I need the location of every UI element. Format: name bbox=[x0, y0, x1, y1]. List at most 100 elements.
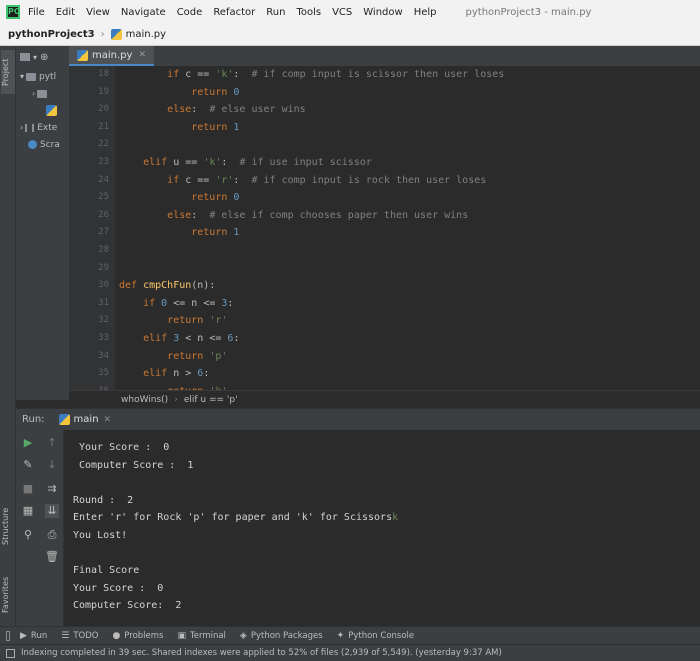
code-line[interactable]: 33 elif 3 < n <= 6: bbox=[69, 330, 700, 348]
layout-icon[interactable]: ▦ bbox=[21, 504, 35, 518]
menu-tools[interactable]: Tools bbox=[296, 7, 321, 18]
code-token: : bbox=[233, 69, 252, 80]
structure-tool-tab[interactable]: Structure bbox=[1, 502, 15, 550]
close-icon[interactable]: ✕ bbox=[138, 50, 146, 60]
code-area[interactable]: 18 if c == 'k': # if comp input is sciss… bbox=[69, 66, 700, 400]
run-label: Run: bbox=[22, 414, 45, 425]
nav-project[interactable]: pythonProject3 bbox=[8, 29, 95, 40]
code-line[interactable]: 19 return 0 bbox=[69, 84, 700, 102]
code-text: elif 3 < n <= 6: bbox=[119, 330, 239, 348]
code-line[interactable]: 31 if 0 <= n <= 3: bbox=[69, 295, 700, 313]
code-line[interactable]: 21 return 1 bbox=[69, 119, 700, 137]
console-text: Round : 2 bbox=[73, 494, 134, 506]
menu-vcs[interactable]: VCS bbox=[332, 7, 352, 18]
tree-label: Scra bbox=[40, 139, 60, 150]
code-text: elif n > 6: bbox=[119, 365, 209, 383]
toggle-panels-icon[interactable] bbox=[6, 630, 10, 641]
code-token: return bbox=[191, 86, 228, 98]
project-panel: ▾ ⊕ ▾ pytl › › Exte Scra bbox=[16, 46, 69, 400]
console-line: Your Score : 0 bbox=[64, 580, 700, 598]
soft-wrap-icon[interactable]: ⇉ bbox=[45, 482, 59, 496]
menu-code[interactable]: Code bbox=[177, 7, 203, 18]
editor-breadcrumb: whoWins() › elif u == 'p' bbox=[69, 390, 700, 408]
code-line[interactable]: 22 bbox=[69, 136, 700, 154]
status-icon[interactable] bbox=[6, 648, 15, 658]
code-token: return bbox=[167, 315, 204, 327]
code-line[interactable]: 23 elif u == 'k': # if use input scissor bbox=[69, 154, 700, 172]
stop-icon[interactable]: ■ bbox=[21, 482, 35, 496]
terminal-icon: ▣ bbox=[177, 630, 186, 641]
code-line[interactable]: 29 bbox=[69, 260, 700, 278]
code-line[interactable]: 35 elif n > 6: bbox=[69, 365, 700, 383]
tree-row-project[interactable]: ▾ pytl bbox=[16, 68, 69, 85]
code-token: n > bbox=[167, 368, 198, 380]
menu-refactor[interactable]: Refactor bbox=[213, 7, 255, 18]
tool-tab-python-packages[interactable]: ◈ Python Packages bbox=[240, 631, 323, 641]
menu-navigate[interactable]: Navigate bbox=[121, 7, 166, 18]
menu-edit[interactable]: Edit bbox=[56, 7, 75, 18]
line-number: 26 bbox=[98, 209, 109, 220]
menu-help[interactable]: Help bbox=[414, 7, 437, 18]
tool-tab-todo[interactable]: ☰ TODO bbox=[61, 631, 98, 641]
breadcrumb-function[interactable]: whoWins() bbox=[121, 395, 168, 405]
menu-window[interactable]: Window bbox=[363, 7, 402, 18]
arrow-down-icon[interactable]: ↓ bbox=[45, 458, 59, 472]
code-text: if c == 'k': # if comp input is scissor … bbox=[119, 66, 504, 84]
project-tool-tab[interactable]: Project bbox=[1, 50, 15, 94]
code-line[interactable]: 18 if c == 'k': # if comp input is sciss… bbox=[69, 66, 700, 84]
tree-row-venv[interactable]: › bbox=[16, 85, 69, 102]
menu-run[interactable]: Run bbox=[266, 7, 285, 18]
code-editor[interactable]: main.py ✕ 18 if c == 'k': # if comp inpu… bbox=[69, 46, 700, 400]
code-token: # if comp input is rock then user loses bbox=[251, 174, 487, 186]
run-tab-main[interactable]: main ✕ bbox=[58, 414, 112, 425]
pin-icon[interactable]: ⚲ bbox=[21, 528, 35, 542]
code-line[interactable]: 26 else: # else if comp chooses paper th… bbox=[69, 207, 700, 225]
code-token: if bbox=[143, 297, 156, 309]
line-number: 27 bbox=[98, 227, 109, 238]
tree-row-scratches[interactable]: Scra bbox=[16, 136, 69, 153]
tree-row-main[interactable] bbox=[16, 102, 69, 119]
scroll-to-end-icon[interactable]: ⇊ bbox=[45, 504, 59, 518]
tree-row-external-libraries[interactable]: › Exte bbox=[16, 119, 69, 136]
code-line[interactable]: 24 if c == 'r': # if comp input is rock … bbox=[69, 172, 700, 190]
code-token: else bbox=[167, 209, 192, 221]
wrench-icon[interactable]: ✎ bbox=[21, 458, 35, 472]
console-text: You Lost! bbox=[73, 529, 128, 541]
menu-file[interactable]: File bbox=[28, 7, 45, 18]
code-line[interactable]: 34 return 'p' bbox=[69, 348, 700, 366]
close-icon[interactable]: ✕ bbox=[104, 415, 112, 425]
tool-tab-problems[interactable]: ● Problems bbox=[112, 631, 163, 641]
code-line[interactable]: 28 bbox=[69, 242, 700, 260]
console-line: Round : 2 bbox=[64, 492, 700, 510]
code-text: else: # else user wins bbox=[119, 101, 305, 119]
menu-view[interactable]: View bbox=[86, 7, 110, 18]
tool-tab-label: Terminal bbox=[190, 630, 226, 641]
print-icon[interactable]: ⎙ bbox=[45, 528, 59, 542]
code-line[interactable]: 30 def cmpChFun(n): bbox=[69, 277, 700, 295]
arrow-up-icon[interactable]: ↑ bbox=[45, 436, 59, 450]
code-line[interactable]: 20 else: # else user wins bbox=[69, 101, 700, 119]
nav-file[interactable]: main.py bbox=[126, 29, 166, 40]
rerun-icon[interactable]: ▶ bbox=[21, 436, 35, 450]
tool-tab-python-console[interactable]: ✦ Python Console bbox=[337, 631, 414, 641]
target-icon[interactable]: ⊕ bbox=[40, 52, 48, 63]
code-line[interactable]: 27 return 1 bbox=[69, 224, 700, 242]
chevron-down-icon: ▾ bbox=[20, 72, 25, 81]
favorites-tool-tab[interactable]: Favorites bbox=[1, 570, 15, 620]
run-console-output[interactable]: Your Score : 0 Computer Score : 1 Round : … bbox=[64, 430, 700, 626]
breadcrumb-branch[interactable]: elif u == 'p' bbox=[184, 395, 238, 405]
tool-tab-terminal[interactable]: ▣ Terminal bbox=[177, 631, 225, 641]
code-line[interactable]: 32 return 'r' bbox=[69, 312, 700, 330]
line-number: 19 bbox=[98, 86, 109, 97]
chevron-down-icon[interactable]: ▾ bbox=[33, 53, 37, 62]
trash-icon[interactable]: 🗑 bbox=[45, 550, 59, 564]
editor-tab-main[interactable]: main.py ✕ bbox=[69, 46, 154, 66]
tool-tab-run[interactable]: ▶ Run bbox=[20, 631, 47, 641]
project-view-icon[interactable] bbox=[20, 53, 30, 61]
code-token: 'k' bbox=[203, 156, 222, 168]
code-line[interactable]: 25 return 0 bbox=[69, 189, 700, 207]
